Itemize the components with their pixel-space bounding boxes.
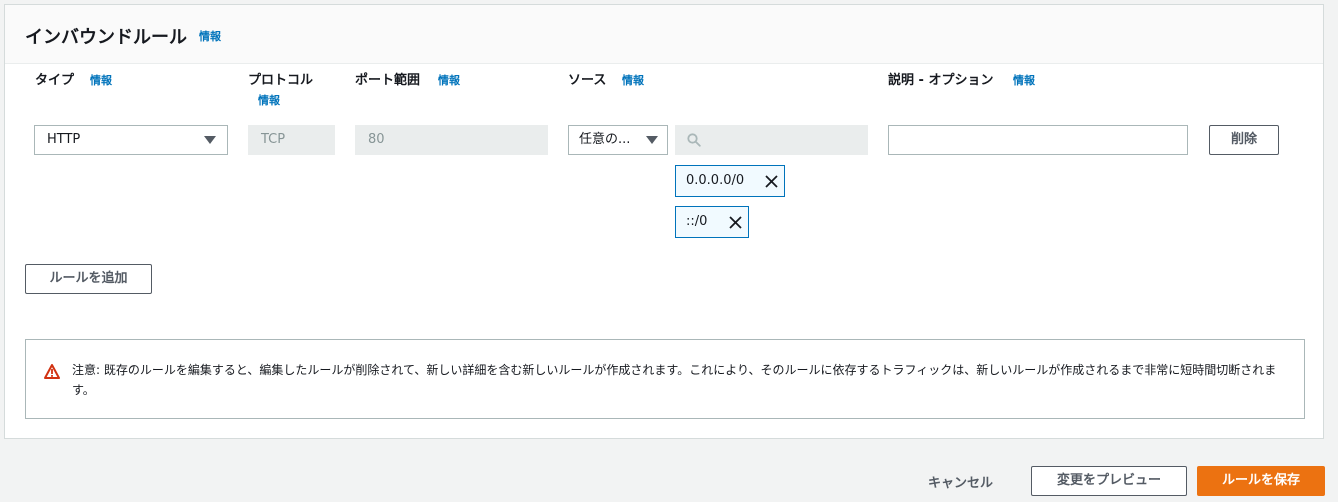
panel-info-link[interactable]: 情報 xyxy=(199,28,221,44)
cidr-token: ::/0 xyxy=(675,206,749,238)
cancel-button[interactable]: キャンセル xyxy=(928,472,993,491)
port-range-field: 80 xyxy=(355,125,548,155)
description-input[interactable] xyxy=(888,125,1188,155)
type-column-label: タイプ xyxy=(35,73,75,88)
cidr-token-label: ::/0 xyxy=(686,214,708,229)
description-column-label: 説明 - オプション xyxy=(888,73,994,88)
description-info-link[interactable]: 情報 xyxy=(1013,72,1035,88)
type-info-link[interactable]: 情報 xyxy=(90,72,112,88)
add-rule-button[interactable]: ルールを追加 xyxy=(25,264,152,294)
warning-alert: 注意: 既存のルールを編集すると、編集したルールが削除されて、新しい詳細を含む新… xyxy=(25,339,1305,419)
protocol-column-label: プロトコル xyxy=(248,73,314,88)
panel-header: インバウンドルール 情報 xyxy=(5,5,1323,64)
delete-rule-button[interactable]: 削除 xyxy=(1209,125,1279,155)
protocol-field: TCP xyxy=(248,125,335,155)
type-select[interactable]: HTTP xyxy=(34,125,228,155)
protocol-value: TCP xyxy=(261,132,286,147)
caret-down-icon xyxy=(204,136,216,144)
panel-title: インバウンドルール xyxy=(25,27,187,48)
source-info-link[interactable]: 情報 xyxy=(622,72,644,88)
port-info-link[interactable]: 情報 xyxy=(438,72,460,88)
source-column-label: ソース xyxy=(568,73,607,88)
port-value: 80 xyxy=(368,132,385,147)
caret-down-icon xyxy=(646,136,658,144)
source-select-value: 任意の... xyxy=(579,132,631,147)
cidr-token-label: 0.0.0.0/0 xyxy=(686,173,745,188)
close-icon[interactable] xyxy=(765,175,778,188)
cidr-search-input[interactable] xyxy=(675,125,868,155)
protocol-info-link[interactable]: 情報 xyxy=(258,92,280,108)
warning-icon xyxy=(44,364,60,379)
port-column-label: ポート範囲 xyxy=(355,73,421,88)
close-icon[interactable] xyxy=(729,216,742,229)
search-icon xyxy=(687,133,701,147)
inbound-rules-panel: インバウンドルール 情報 タイプ 情報 プロトコル 情報 ポート範囲 情報 ソー… xyxy=(4,4,1324,439)
save-rules-button[interactable]: ルールを保存 xyxy=(1197,466,1325,496)
alert-message: 注意: 既存のルールを編集すると、編集したルールが削除されて、新しい詳細を含む新… xyxy=(72,363,1277,397)
source-select[interactable]: 任意の... xyxy=(568,125,668,155)
type-select-value: HTTP xyxy=(47,132,81,147)
preview-changes-button[interactable]: 変更をプレビュー xyxy=(1031,466,1187,496)
cidr-token: 0.0.0.0/0 xyxy=(675,165,785,197)
